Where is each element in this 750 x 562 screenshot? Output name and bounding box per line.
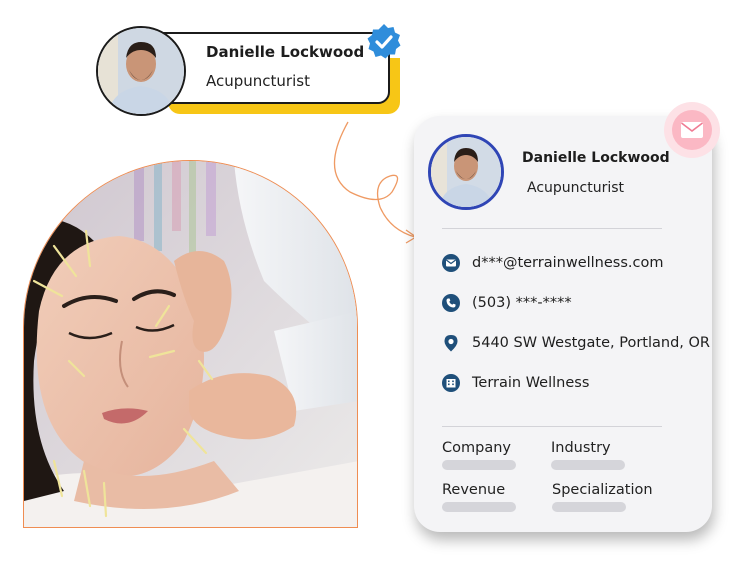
address-text: 5440 SW Westgate, Portland, OR [472,335,710,351]
envelope-icon [681,122,703,138]
company-row[interactable]: Terrain Wellness [442,372,589,394]
field-specialization-placeholder [552,502,626,512]
card-title: Acupuncturist [527,180,625,196]
company-text: Terrain Wellness [472,375,590,391]
address-row[interactable]: 5440 SW Westgate, Portland, OR [442,332,710,354]
pill-name: Danielle Lockwood [206,43,365,61]
location-pin-icon [444,335,458,352]
field-industry-placeholder [551,460,625,470]
field-company-placeholder [442,460,516,470]
field-revenue-label: Revenue [442,482,506,498]
email-text: d***@terrainwellness.com [472,255,664,271]
contact-card: Danielle Lockwood Acupuncturist d***@ter… [414,116,712,532]
phone-row[interactable]: (503) ***-**** [442,292,572,314]
mail-icon [442,254,460,272]
field-revenue-placeholder [442,502,516,512]
card-name: Danielle Lockwood [522,150,670,166]
contact-showcase: Danielle Lockwood Acupuncturist Danielle… [0,0,750,562]
card-avatar [428,134,504,210]
email-row[interactable]: d***@terrainwellness.com [442,252,663,274]
divider-bottom [442,426,662,427]
acupuncture-photo [23,160,358,528]
pill-avatar [96,26,186,116]
field-company-label: Company [442,440,511,456]
mail-badge-inner [672,110,712,150]
divider-top [442,228,662,229]
mail-badge[interactable] [664,102,720,158]
phone-text: (503) ***-**** [472,295,572,311]
field-industry-label: Industry [551,440,611,456]
phone-icon [442,294,460,312]
verified-check-icon [367,24,401,59]
pill-title: Acupuncturist [206,72,310,90]
building-icon [442,374,460,392]
field-specialization-label: Specialization [552,482,653,498]
